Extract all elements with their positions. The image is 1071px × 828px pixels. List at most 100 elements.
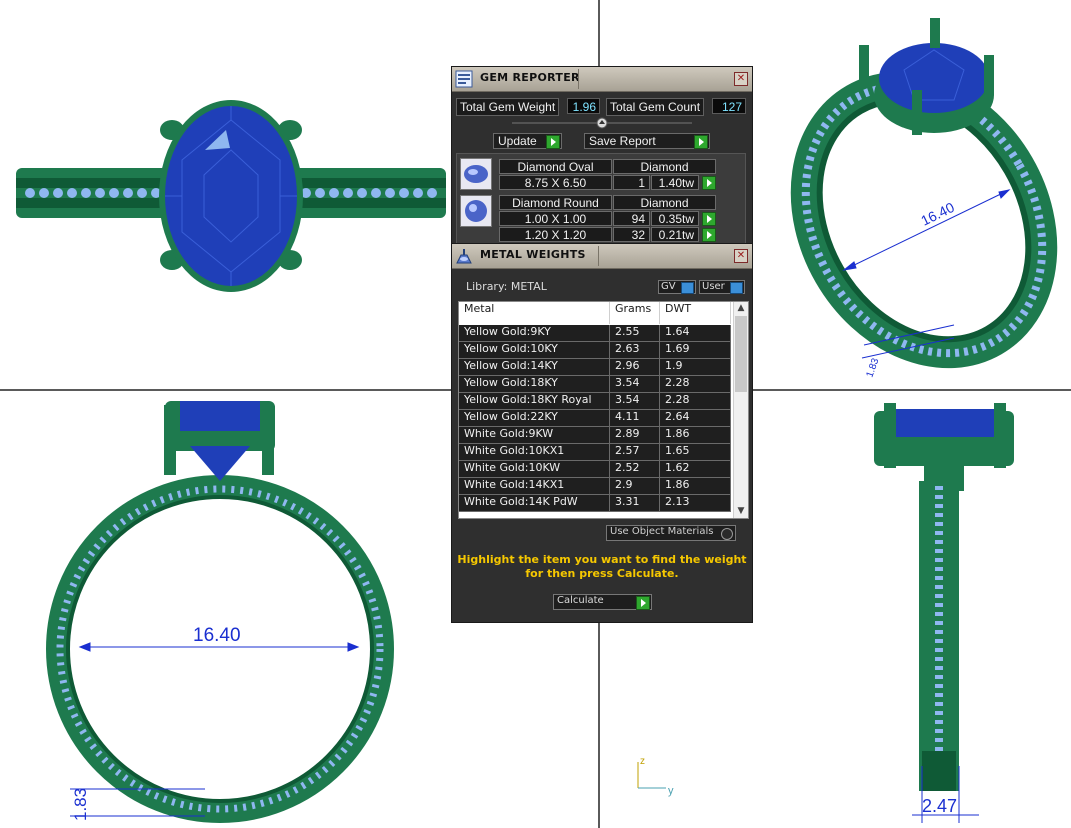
metal-table-row[interactable]: Yellow Gold:14KY 2.96 1.9 — [459, 359, 731, 376]
grams-cell: 2.89 — [610, 427, 660, 443]
metal-table-row[interactable]: Yellow Gold:9KY 2.55 1.64 — [459, 325, 731, 342]
axis-y-label: y — [668, 785, 674, 797]
gem-reporter-panel: GEM REPORTER ✕ Total Gem Weight 1.96 Tot… — [451, 66, 753, 252]
radio-icon — [721, 528, 733, 540]
gem-group-name[interactable]: Diamond Oval — [499, 159, 612, 174]
grams-cell: 3.54 — [610, 393, 660, 409]
viewport-perspective[interactable]: 16.40 1.83 — [754, 0, 1071, 388]
metal-name-cell: White Gold:14K PdW — [459, 495, 610, 511]
head-side — [874, 403, 1014, 491]
close-icon[interactable]: ✕ — [734, 72, 748, 86]
gem-qty[interactable]: 94 — [613, 211, 650, 226]
column-header-grams[interactable]: Grams — [610, 302, 660, 324]
head-front — [164, 401, 275, 481]
dwt-cell: 2.64 — [660, 410, 731, 426]
dwt-cell: 1.62 — [660, 461, 731, 477]
dwt-cell: 1.86 — [660, 478, 731, 494]
metal-table-row[interactable]: White Gold:9KW 2.89 1.86 — [459, 427, 731, 444]
round-gem-icon — [460, 195, 492, 227]
dimension-label-band-width: 2.47 — [922, 796, 957, 816]
metal-name-cell: Yellow Gold:18KY — [459, 376, 610, 392]
grams-cell: 2.55 — [610, 325, 660, 341]
update-button-label: Update — [498, 134, 537, 148]
dimension-label-diameter: 16.40 — [193, 625, 241, 646]
toggle-icon — [730, 282, 743, 294]
metal-table-row[interactable]: Yellow Gold:18KY Royal 3.54 2.28 — [459, 393, 731, 410]
metal-name-cell: Yellow Gold:22KY — [459, 410, 610, 426]
metal-name-cell: Yellow Gold:18KY Royal — [459, 393, 610, 409]
save-report-button[interactable]: Save Report — [584, 133, 710, 149]
metal-name-cell: Yellow Gold:14KY — [459, 359, 610, 375]
gem-weight[interactable]: 0.35tw — [651, 211, 699, 226]
gv-toggle-label: GV — [661, 281, 676, 292]
scale-icon — [456, 249, 472, 264]
gem-qty[interactable]: 1 — [613, 175, 650, 190]
use-object-materials-toggle[interactable]: Use Object Materials — [606, 525, 736, 541]
dwt-cell: 2.28 — [660, 376, 731, 392]
hint-text-line2: for then press Calculate. — [525, 567, 679, 580]
metal-table-row[interactable]: White Gold:10KW 2.52 1.62 — [459, 461, 731, 478]
metal-name-cell: White Gold:9KW — [459, 427, 610, 443]
metal-weights-titlebar[interactable]: METAL WEIGHTS ✕ — [452, 244, 752, 269]
gem-row-go-button[interactable] — [702, 212, 716, 226]
metal-table-row[interactable]: Yellow Gold:22KY 4.11 2.64 — [459, 410, 731, 427]
column-header-metal[interactable]: Metal — [459, 302, 610, 324]
scrollbar-thumb[interactable] — [735, 316, 747, 392]
metal-table-row[interactable]: Yellow Gold:10KY 2.63 1.69 — [459, 342, 731, 359]
metal-name-cell: Yellow Gold:9KY — [459, 325, 610, 341]
metal-name-cell: White Gold:10KX1 — [459, 444, 610, 460]
metal-name-cell: White Gold:10KW — [459, 461, 610, 477]
grams-cell: 2.96 — [610, 359, 660, 375]
shank-side — [919, 481, 959, 791]
gem-row-go-button[interactable] — [702, 228, 716, 242]
gem-weight[interactable]: 1.40tw — [651, 175, 699, 190]
viewport-front[interactable]: 16.40 1.83 — [0, 391, 450, 828]
gem-qty[interactable]: 32 — [613, 227, 650, 242]
viewport-side[interactable]: 2.47 — [754, 391, 1071, 828]
oval-gem-icon — [460, 158, 492, 190]
gem-reporter-titlebar[interactable]: GEM REPORTER ✕ — [452, 67, 752, 92]
total-gem-weight-value: 1.96 — [567, 98, 600, 114]
calculate-button-label: Calculate — [557, 595, 604, 606]
metal-table-row[interactable]: White Gold:14K PdW 3.31 2.13 — [459, 495, 731, 512]
metal-weights-title: METAL WEIGHTS — [480, 248, 586, 261]
column-header-dwt[interactable]: DWT — [660, 302, 731, 324]
scroll-down-icon[interactable]: ▼ — [734, 505, 748, 518]
gv-library-toggle[interactable]: GV — [658, 280, 696, 294]
splitter-handle[interactable] — [512, 117, 692, 129]
user-library-toggle[interactable]: User — [699, 280, 745, 294]
play-icon — [636, 596, 650, 610]
grams-cell: 2.52 — [610, 461, 660, 477]
grams-cell: 3.54 — [610, 376, 660, 392]
dwt-cell: 1.69 — [660, 342, 731, 358]
dwt-cell: 1.86 — [660, 427, 731, 443]
metal-name-cell: Yellow Gold:10KY — [459, 342, 610, 358]
scroll-up-icon[interactable]: ▲ — [734, 302, 748, 315]
gem-size[interactable]: 8.75 X 6.50 — [499, 175, 612, 190]
calculate-button[interactable]: Calculate — [553, 594, 652, 610]
gem-row-go-button[interactable] — [702, 176, 716, 190]
grams-cell: 4.11 — [610, 410, 660, 426]
metal-table-row[interactable]: White Gold:14KX1 2.9 1.86 — [459, 478, 731, 495]
metal-table[interactable]: Metal Grams DWT Yellow Gold:9KY 2.55 1.64 Y… — [458, 301, 749, 519]
gem-reporter-title: GEM REPORTER — [480, 71, 580, 84]
total-gem-count-label: Total Gem Count — [606, 98, 705, 116]
ring-shank-front — [46, 475, 394, 823]
gem-group-name[interactable]: Diamond Round — [499, 195, 612, 210]
viewport-top[interactable] — [0, 0, 450, 388]
grams-cell: 2.63 — [610, 342, 660, 358]
gem-group-type[interactable]: Diamond — [613, 159, 716, 174]
gem-weight[interactable]: 0.21tw — [651, 227, 699, 242]
axis-indicator: z y — [637, 756, 674, 797]
dwt-cell: 2.28 — [660, 393, 731, 409]
gem-group-type[interactable]: Diamond — [613, 195, 716, 210]
update-button[interactable]: Update — [493, 133, 562, 149]
metal-table-scrollbar[interactable]: ▲ ▼ — [733, 302, 748, 518]
close-icon[interactable]: ✕ — [734, 249, 748, 263]
metal-table-row[interactable]: White Gold:10KX1 2.57 1.65 — [459, 444, 731, 461]
gem-size[interactable]: 1.00 X 1.00 — [499, 211, 612, 226]
use-object-materials-label: Use Object Materials — [610, 526, 714, 537]
gem-size[interactable]: 1.20 X 1.20 — [499, 227, 612, 242]
gem-reporter-icon — [455, 70, 473, 88]
metal-table-row[interactable]: Yellow Gold:18KY 3.54 2.28 — [459, 376, 731, 393]
